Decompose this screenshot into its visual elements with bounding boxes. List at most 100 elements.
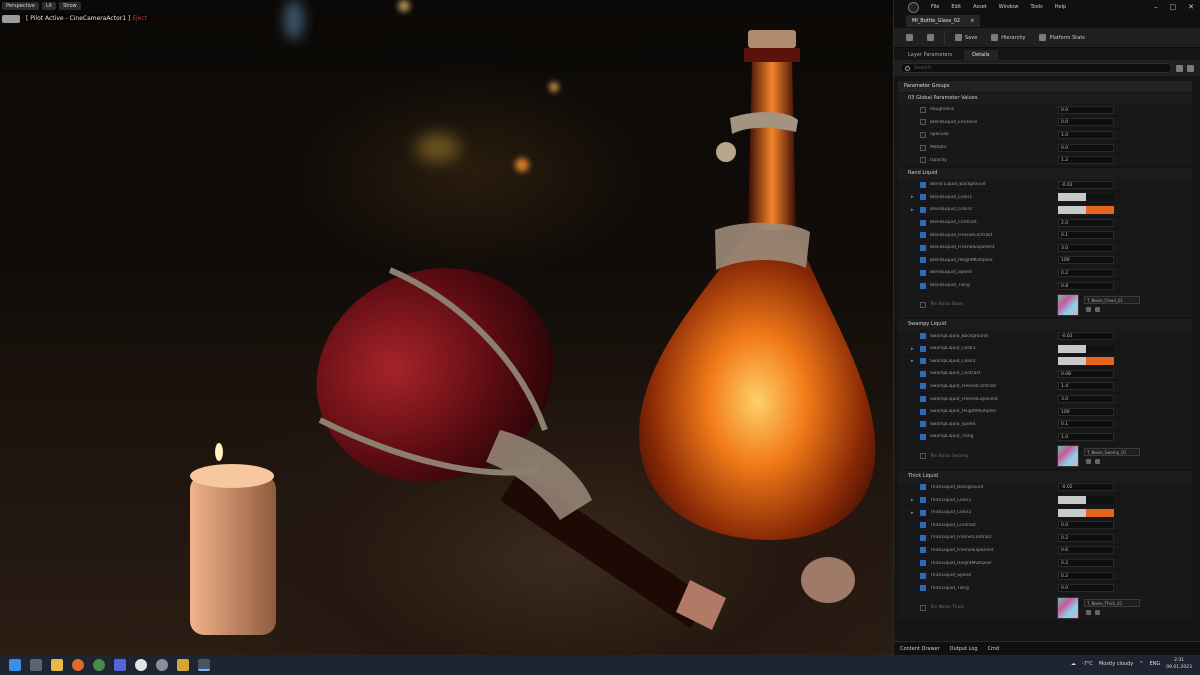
firefox-icon[interactable] xyxy=(72,659,84,671)
texture-thumbnail[interactable] xyxy=(1057,596,1079,619)
task-view-icon[interactable] xyxy=(30,659,42,671)
parameter-value-field[interactable]: 2.0 xyxy=(1058,218,1114,227)
group-header[interactable]: Rand Liquid xyxy=(898,167,1192,179)
close-icon[interactable]: ✕ xyxy=(1188,3,1194,11)
expand-arrow-icon[interactable]: ▸ xyxy=(911,510,914,516)
color-swatch[interactable] xyxy=(1058,193,1114,202)
parameter-value-field[interactable]: -0.02 xyxy=(1058,483,1114,492)
color-swatch[interactable] xyxy=(1058,344,1114,353)
app-icon[interactable] xyxy=(177,659,189,671)
settings-gear-icon[interactable] xyxy=(1187,64,1194,72)
parameter-value-field[interactable]: 100 xyxy=(1058,407,1114,416)
parameter-value-field[interactable]: 0.0 xyxy=(1058,584,1114,593)
level-viewport[interactable]: Perspective Lit Show [ Pilot Active - Ci… xyxy=(0,0,893,655)
parameter-value-field[interactable]: 1.0 xyxy=(1058,130,1114,139)
parameter-override-checkbox[interactable] xyxy=(920,219,926,226)
menu-asset[interactable]: Asset xyxy=(973,4,987,10)
color-swatch[interactable] xyxy=(1058,357,1114,366)
texture-asset-dropdown[interactable]: T_Noise_Swamp_01 xyxy=(1084,447,1140,456)
minimize-icon[interactable]: – xyxy=(1154,3,1158,11)
color-swatch[interactable] xyxy=(1058,205,1114,214)
cmd-button[interactable]: Cmd xyxy=(988,646,1000,652)
parameter-override-checkbox[interactable] xyxy=(920,522,926,529)
group-header[interactable]: Thick Liquid xyxy=(898,470,1192,482)
parameter-override-checkbox[interactable] xyxy=(920,572,926,579)
file-explorer-icon[interactable] xyxy=(51,659,63,671)
parameter-override-checkbox[interactable] xyxy=(920,119,926,126)
parameter-override-checkbox[interactable] xyxy=(920,244,926,251)
parameter-value-field[interactable]: 0.2 xyxy=(1058,571,1114,580)
texture-thumbnail[interactable] xyxy=(1057,293,1079,316)
parameter-override-checkbox[interactable] xyxy=(920,157,926,164)
parameter-override-checkbox[interactable] xyxy=(920,585,926,592)
texture-asset-dropdown[interactable]: T_Noise_Thick_01 xyxy=(1084,599,1140,607)
parameter-override-checkbox[interactable] xyxy=(920,560,926,567)
maximize-icon[interactable]: □ xyxy=(1170,3,1177,11)
content-drawer-button[interactable]: Content Drawer xyxy=(900,646,940,652)
parameter-value-field[interactable]: 0.1 xyxy=(1058,231,1114,240)
tab-details[interactable]: Details xyxy=(964,50,998,60)
browse-button[interactable] xyxy=(923,31,938,45)
parameter-override-checkbox[interactable] xyxy=(920,345,926,352)
save-button[interactable] xyxy=(902,31,917,45)
parameter-override-checkbox[interactable] xyxy=(920,370,926,377)
active-app-icon[interactable] xyxy=(198,659,210,671)
parameter-override-checkbox[interactable] xyxy=(920,604,926,611)
parameter-override-checkbox[interactable] xyxy=(920,484,926,491)
output-log-button[interactable]: Output Log xyxy=(950,646,978,652)
parameter-value-field[interactable]: 0.6 xyxy=(1058,546,1114,555)
parameter-override-checkbox[interactable] xyxy=(920,106,926,113)
platform-stats-button[interactable]: Platform Stats xyxy=(1035,31,1088,45)
parameter-value-field[interactable]: 0.08 xyxy=(1058,369,1114,378)
parameter-override-checkbox[interactable] xyxy=(920,433,926,440)
clock[interactable]: 2:31 09.01.2023 xyxy=(1166,657,1192,671)
parameter-value-field[interactable]: 0.8 xyxy=(1058,281,1114,290)
browse-asset-icon[interactable] xyxy=(1095,458,1100,464)
parameter-override-checkbox[interactable] xyxy=(920,453,926,460)
details-search-input[interactable]: Search xyxy=(900,63,1172,73)
parameter-value-field[interactable]: -0.02 xyxy=(1058,332,1114,341)
hierarchy-button[interactable]: Hierarchy xyxy=(987,31,1029,45)
menu-edit[interactable]: Edit xyxy=(951,4,961,10)
browse-asset-icon[interactable] xyxy=(1095,610,1100,615)
view-options-icon[interactable] xyxy=(1176,64,1183,72)
parameter-override-checkbox[interactable] xyxy=(920,358,926,365)
parameter-override-checkbox[interactable] xyxy=(920,206,926,213)
parameter-override-checkbox[interactable] xyxy=(920,301,926,308)
menu-tools[interactable]: Tools xyxy=(1030,4,1042,10)
parameter-override-checkbox[interactable] xyxy=(920,396,926,403)
use-selected-icon[interactable] xyxy=(1086,458,1091,464)
parameter-override-checkbox[interactable] xyxy=(920,181,926,188)
menu-help[interactable]: Help xyxy=(1055,4,1066,10)
parameter-value-field[interactable]: -0.02 xyxy=(1058,180,1114,189)
parameter-override-checkbox[interactable] xyxy=(920,421,926,428)
parameter-override-checkbox[interactable] xyxy=(920,194,926,201)
texture-asset-dropdown[interactable]: T_Noise_Cloud_01 xyxy=(1084,296,1140,305)
parameter-override-checkbox[interactable] xyxy=(920,257,926,264)
parameter-value-field[interactable]: 3.0 xyxy=(1058,243,1114,252)
expand-arrow-icon[interactable]: ▸ xyxy=(911,346,914,352)
parameter-override-checkbox[interactable] xyxy=(920,282,926,289)
discord-icon[interactable] xyxy=(114,659,126,671)
parameter-override-checkbox[interactable] xyxy=(920,383,926,390)
language-indicator[interactable]: ENG xyxy=(1149,661,1160,667)
parameter-value-field[interactable]: 100 xyxy=(1058,256,1114,265)
expand-arrow-icon[interactable]: ▸ xyxy=(911,497,914,503)
parameter-override-checkbox[interactable] xyxy=(920,232,926,239)
use-selected-icon[interactable] xyxy=(1086,307,1091,313)
parameter-override-checkbox[interactable] xyxy=(920,497,926,504)
unreal-engine-icon[interactable] xyxy=(135,659,147,671)
parameter-override-checkbox[interactable] xyxy=(920,534,926,541)
tray-chevron-icon[interactable]: ^ xyxy=(1139,661,1143,667)
group-header[interactable]: Swampy Liquid xyxy=(898,319,1192,331)
save-label-button[interactable]: Save xyxy=(951,31,981,45)
windows-start-icon[interactable] xyxy=(9,659,21,671)
tab-close-icon[interactable]: × xyxy=(970,15,974,27)
parameter-override-checkbox[interactable] xyxy=(920,333,926,340)
expand-arrow-icon[interactable]: ▸ xyxy=(911,358,914,364)
tab-material-instance[interactable]: MI_Bottle_Glass_02 × xyxy=(906,15,981,27)
parameter-value-field[interactable]: 0.2 xyxy=(1058,533,1114,542)
parameter-override-checkbox[interactable] xyxy=(920,547,926,554)
use-selected-icon[interactable] xyxy=(1086,610,1091,615)
parameter-value-field[interactable]: 1.0 xyxy=(1058,432,1114,441)
